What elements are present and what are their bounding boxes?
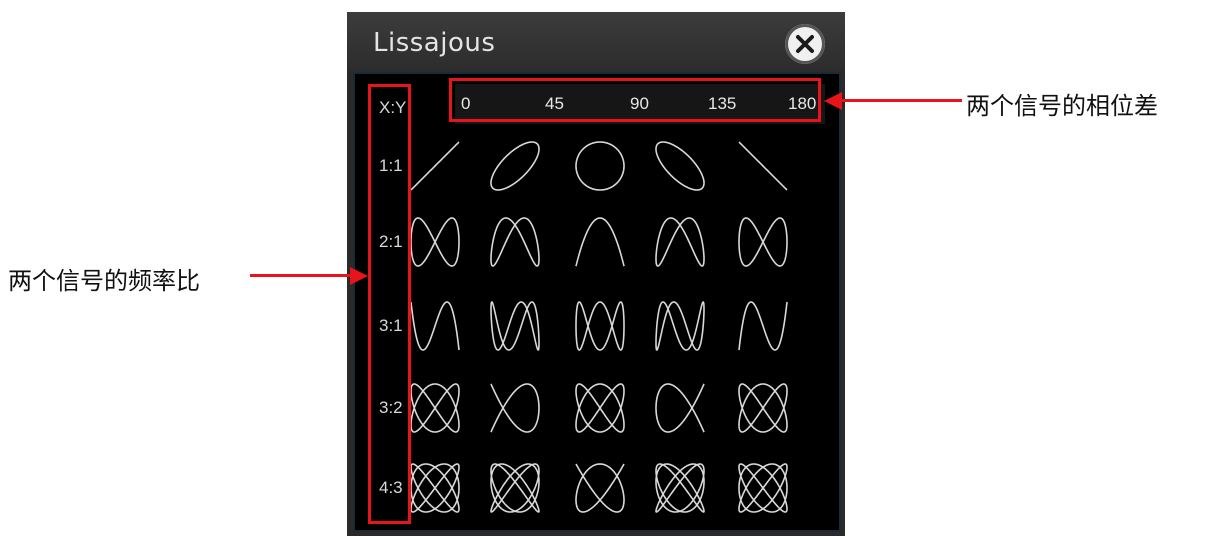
- lissajous-figure-4-3-45: [485, 458, 545, 518]
- phase-callout: 两个信号的相位差: [966, 92, 1158, 120]
- lissajous-figure-2-1-45: [485, 212, 545, 272]
- lissajous-figure-3-2-0: [405, 378, 465, 438]
- lissajous-figure-3-1-45: [485, 296, 545, 356]
- lissajous-figure-3-1-90: [570, 296, 630, 356]
- lissajous-figure-4-3-90: [570, 458, 630, 518]
- lissajous-figure-2-1-135: [650, 212, 710, 272]
- lissajous-figure-4-3-180: [733, 458, 793, 518]
- lissajous-figure-3-2-90: [570, 378, 630, 438]
- lissajous-figure-2-1-90: [570, 212, 630, 272]
- ratio-arrow-head-icon: [350, 267, 368, 285]
- lissajous-figure-4-3-135: [650, 458, 710, 518]
- phase-arrow-head-icon: [824, 92, 842, 110]
- lissajous-figure-1-1-180: [733, 136, 793, 196]
- close-icon: [796, 35, 814, 53]
- lissajous-figure-1-1-0: [405, 136, 465, 196]
- lissajous-figure-3-1-180: [733, 296, 793, 356]
- lissajous-table: X:Y 0 45 90 135 180 1:1 2:1 3:1 3:2 4:3: [353, 72, 841, 532]
- lissajous-figure-3-1-0: [405, 296, 465, 356]
- lissajous-figure-2-1-180: [733, 212, 793, 272]
- lissajous-figure-1-1-135: [650, 136, 710, 196]
- ratio-callout: 两个信号的频率比: [8, 267, 200, 295]
- lissajous-figure-1-1-90: [570, 136, 630, 196]
- phase-highlight-box: [449, 78, 821, 122]
- lissajous-figure-3-2-45: [485, 378, 545, 438]
- dialog-header: Lissajous: [347, 12, 845, 72]
- close-button[interactable]: [785, 24, 825, 64]
- phase-arrow-line: [840, 99, 962, 102]
- lissajous-figure-3-2-135: [650, 378, 710, 438]
- ratio-highlight-box: [368, 84, 411, 524]
- dialog-title: Lissajous: [373, 28, 496, 58]
- lissajous-figure-1-1-45: [485, 136, 545, 196]
- lissajous-figure-2-1-0: [405, 212, 465, 272]
- lissajous-figure-3-1-135: [650, 296, 710, 356]
- ratio-arrow-line: [250, 274, 352, 277]
- lissajous-figure-4-3-0: [405, 458, 465, 518]
- figure-stage: Lissajous X:Y 0 45 90 135 180 1:1 2:1 3:1 3:2 4:…: [0, 0, 1210, 536]
- lissajous-figure-3-2-180: [733, 378, 793, 438]
